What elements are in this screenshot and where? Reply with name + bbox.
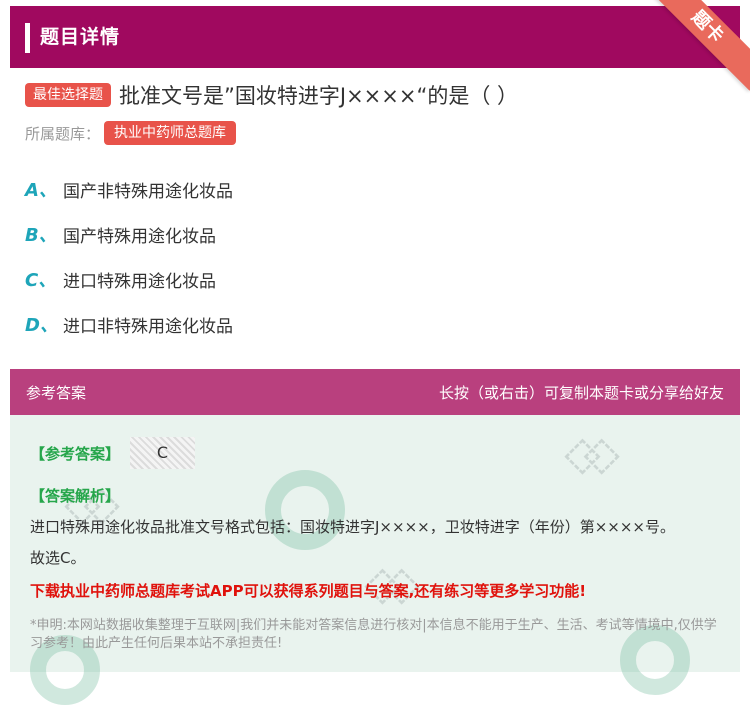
bank-label: 所属题库：: [25, 124, 101, 143]
option-a[interactable]: A、 国产非特殊用途化妆品: [25, 176, 233, 202]
option-b[interactable]: B、 国产特殊用途化妆品: [25, 221, 216, 247]
page-title: 题目详情: [40, 26, 121, 48]
option-letter: D、: [25, 315, 58, 336]
question-card-ribbon[interactable]: 题卡: [650, 0, 750, 95]
watermark-glyph: ⿻: [560, 425, 626, 490]
question-text: 批准文号是”国妆特进字J××××“的是（ ）: [119, 84, 519, 108]
option-letter: B、: [25, 225, 57, 246]
page-header: 题目详情: [10, 6, 740, 68]
bank-link[interactable]: 执业中药师总题库: [104, 121, 237, 145]
question-type-badge: 最佳选择题: [25, 83, 111, 107]
option-text: 进口非特殊用途化妆品: [63, 316, 233, 337]
answer-bar-title: 参考答案: [26, 384, 87, 402]
header-accent-bar: [25, 23, 30, 53]
app-promo-link[interactable]: 下载执业中药师总题库考试APP可以获得系列题目与答案,还有练习等更多学习功能!: [30, 580, 586, 601]
bank-row: 所属题库： 执业中药师总题库: [25, 121, 237, 145]
option-text: 国产非特殊用途化妆品: [63, 181, 233, 202]
disclaimer-note: *申明:本网站数据收集整理于互联网|我们并未能对答案信息进行核对|本信息不能用于…: [30, 618, 717, 651]
option-letter: A、: [25, 180, 57, 201]
option-text: 进口特殊用途化妆品: [63, 271, 216, 292]
ribbon-label: 题卡: [650, 0, 750, 91]
option-d[interactable]: D、 进口非特殊用途化妆品: [25, 311, 233, 337]
reference-answer-image: C: [130, 437, 195, 469]
watermark-logo-icon: [265, 470, 345, 550]
analysis-text: 进口特殊用途化妆品批准文号格式包括：国妆特进字J××××，卫妆特进字（年份）第×…: [30, 518, 675, 536]
reference-answer-label: 【参考答案】: [30, 445, 121, 463]
share-hint: 长按（或右击）可复制本题卡或分享给好友: [438, 384, 724, 402]
option-letter: C、: [25, 270, 57, 291]
option-text: 国产特殊用途化妆品: [63, 226, 216, 247]
answer-bar: 参考答案 长按（或右击）可复制本题卡或分享给好友: [10, 369, 740, 415]
question-row: 最佳选择题 批准文号是”国妆特进字J××××“的是（ ）: [25, 80, 518, 110]
option-c[interactable]: C、 进口特殊用途化妆品: [25, 266, 216, 292]
analysis-conclusion: 故选C。: [30, 549, 86, 567]
analysis-label: 【答案解析】: [30, 487, 121, 505]
